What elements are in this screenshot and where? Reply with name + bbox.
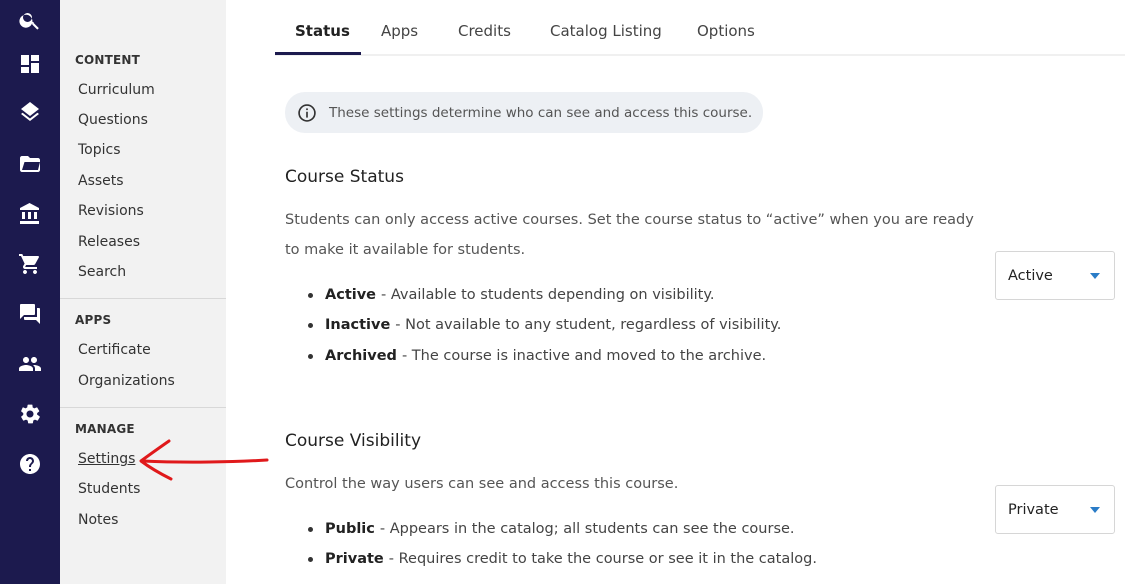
course-visibility-description: Control the way users can see and access…	[285, 476, 679, 492]
tab-credits[interactable]: Credits	[458, 22, 511, 40]
tab-apps[interactable]: Apps	[381, 22, 418, 40]
nav-section-apps: APPS	[75, 313, 112, 327]
nav-divider	[60, 298, 226, 299]
bullet-desc: - The course is inactive and moved to th…	[401, 348, 767, 364]
info-icon	[298, 103, 316, 122]
course-status-title: Course Status	[285, 167, 404, 187]
list-item: Private - Requires credit to take the co…	[308, 551, 817, 567]
search-icon[interactable]	[0, 0, 60, 40]
nav-item-topics[interactable]: Topics	[78, 142, 121, 158]
nav-item-settings[interactable]: Settings	[78, 451, 135, 467]
nav-item-curriculum[interactable]: Curriculum	[78, 82, 155, 98]
course-visibility-title: Course Visibility	[285, 431, 421, 451]
bullet-desc: - Not available to any student, regardle…	[395, 317, 782, 333]
active-tab-indicator	[275, 52, 361, 55]
nav-item-organizations[interactable]: Organizations	[78, 373, 175, 389]
nav-item-search[interactable]: Search	[78, 264, 126, 280]
list-item: Inactive - Not available to any student,…	[308, 317, 781, 333]
nav-item-students[interactable]: Students	[78, 481, 140, 497]
tab-options[interactable]: Options	[697, 22, 755, 40]
tab-bar: Status Apps Credits Catalog Listing Opti…	[275, 0, 1125, 56]
icon-rail	[0, 0, 60, 584]
gear-icon[interactable]	[0, 394, 60, 434]
bullet-dot	[308, 353, 313, 359]
bullet-term: Archived	[325, 348, 397, 364]
bullet-term: Public	[325, 521, 375, 537]
folder-icon[interactable]	[0, 144, 60, 184]
course-status-select[interactable]: Active	[995, 251, 1115, 300]
nav-section-content: CONTENT	[75, 53, 141, 67]
bullet-desc: - Requires credit to take the course or …	[388, 551, 817, 567]
info-text: These settings determine who can see and…	[329, 104, 753, 121]
people-icon[interactable]	[0, 344, 60, 384]
help-icon[interactable]	[0, 444, 60, 484]
bullet-term: Inactive	[325, 317, 391, 333]
chat-icon[interactable]	[0, 294, 60, 334]
bullet-dot	[308, 556, 313, 562]
nav-divider	[60, 407, 226, 408]
bullet-term: Active	[325, 287, 377, 303]
bullet-dot	[308, 526, 313, 532]
select-value: Private	[1008, 501, 1059, 518]
nav-item-notes[interactable]: Notes	[78, 512, 118, 528]
nav-section-manage: MANAGE	[75, 422, 135, 436]
list-item: Public - Appears in the catalog; all stu…	[308, 521, 795, 537]
course-status-description: Students can only access active courses.…	[285, 212, 974, 258]
bullet-dot	[308, 292, 313, 298]
select-value: Active	[1008, 267, 1053, 284]
bullet-dot	[308, 322, 313, 328]
bullet-desc: - Available to students depending on vis…	[381, 287, 715, 303]
layers-icon[interactable]	[0, 94, 60, 134]
info-banner: These settings determine who can see and…	[285, 92, 763, 133]
caret-down-icon	[1090, 507, 1100, 513]
list-item: Active - Available to students depending…	[308, 287, 715, 303]
caret-down-icon	[1090, 273, 1100, 279]
institution-icon[interactable]	[0, 194, 60, 234]
nav-item-certificate[interactable]: Certificate	[78, 342, 151, 358]
nav-item-releases[interactable]: Releases	[78, 234, 140, 250]
course-visibility-select[interactable]: Private	[995, 485, 1115, 534]
cart-icon[interactable]	[0, 244, 60, 284]
bullet-desc: - Appears in the catalog; all students c…	[379, 521, 795, 537]
dashboard-icon[interactable]	[0, 44, 60, 84]
nav-item-questions[interactable]: Questions	[78, 112, 148, 128]
bullet-term: Private	[325, 551, 384, 567]
nav-item-revisions[interactable]: Revisions	[78, 203, 144, 219]
list-item: Archived - The course is inactive and mo…	[308, 348, 766, 364]
secondary-nav: CONTENT Curriculum Questions Topics Asse…	[60, 0, 226, 584]
annotation-arrow-icon	[139, 439, 269, 481]
tab-catalog-listing[interactable]: Catalog Listing	[550, 22, 662, 40]
nav-item-assets[interactable]: Assets	[78, 173, 124, 189]
tab-status[interactable]: Status	[295, 22, 350, 40]
